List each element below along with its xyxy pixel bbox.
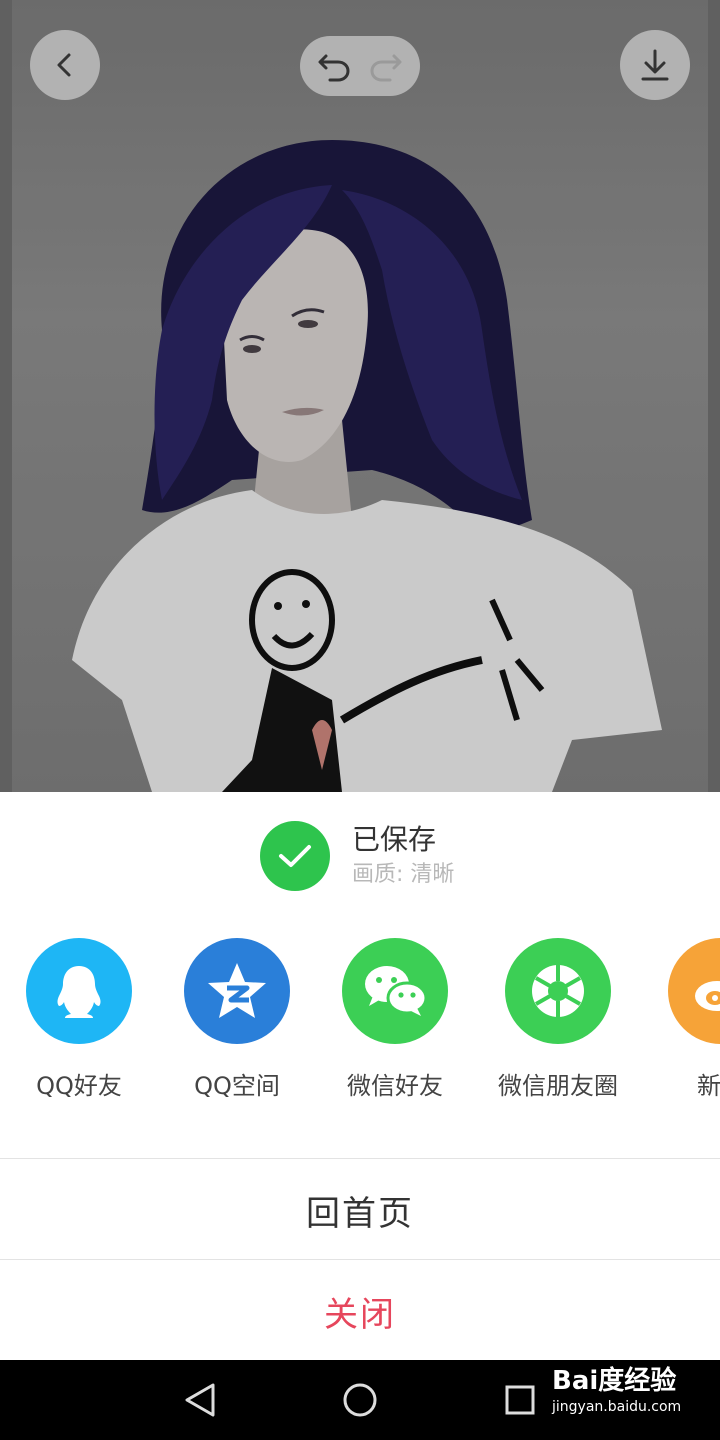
share-targets: QQ好友 QQ空间 微信好友 微信朋友圈 新: [0, 938, 720, 1101]
share-weibo[interactable]: 新浪: [641, 938, 720, 1101]
redo-button[interactable]: [366, 46, 406, 86]
circle-home-icon: [343, 1383, 377, 1417]
redo-icon: [370, 54, 402, 82]
share-label: 微信好友: [347, 1072, 443, 1100]
share-wechat-moments[interactable]: 微信朋友圈: [478, 938, 638, 1101]
dim-overlay: [0, 0, 720, 792]
square-recents-icon: [505, 1385, 535, 1415]
chevron-left-icon: [57, 53, 71, 77]
qq-icon: [26, 938, 132, 1044]
download-button[interactable]: [620, 30, 690, 100]
triangle-back-icon: [185, 1383, 215, 1417]
nav-recents-button[interactable]: [498, 1378, 542, 1422]
watermark-url: jingyan.baidu.com: [552, 1399, 682, 1415]
qzone-icon: [184, 938, 290, 1044]
watermark-logo: Bai度经验: [552, 1366, 677, 1396]
wechat-icon: [342, 938, 448, 1044]
share-qzone[interactable]: QQ空间: [157, 938, 317, 1101]
back-button[interactable]: [30, 30, 100, 100]
undo-button[interactable]: [314, 46, 354, 86]
share-label: QQ空间: [194, 1072, 280, 1100]
share-label: 微信朋友圈: [498, 1072, 618, 1100]
saved-status: 已保存 画质: 清晰: [260, 820, 454, 892]
screen: 已保存 画质: 清晰 QQ好友 QQ空间 微信好友 微信朋友圈 新 回首页 关闭…: [0, 0, 720, 1440]
weibo-icon: [668, 938, 720, 1044]
divider: [0, 1259, 720, 1260]
share-qq-friends[interactable]: QQ好友: [0, 938, 159, 1101]
baidu-jingyan-watermark: Bai度经验 jingyan.baidu.com: [552, 1366, 712, 1434]
undo-icon: [318, 54, 350, 82]
nav-home-button[interactable]: [338, 1378, 382, 1422]
share-label: QQ好友: [36, 1072, 122, 1100]
wechat-moments-icon: [505, 938, 611, 1044]
download-icon: [641, 49, 669, 81]
share-sheet: 已保存 画质: 清晰 QQ好友 QQ空间 微信好友 微信朋友圈 新 回首页 关闭: [0, 792, 720, 1360]
photo-editor-area: [0, 0, 720, 792]
divider: [0, 1158, 720, 1159]
saved-title: 已保存: [352, 823, 437, 856]
undo-redo-pill: [300, 36, 420, 96]
share-wechat-friends[interactable]: 微信好友: [315, 938, 475, 1101]
quality-label: 画质: 清晰: [352, 862, 455, 887]
home-button[interactable]: 回首页: [0, 1160, 720, 1260]
close-button[interactable]: 关闭: [0, 1261, 720, 1361]
check-circle-icon: [260, 821, 330, 891]
nav-back-button[interactable]: [178, 1378, 222, 1422]
share-label: 新浪: [697, 1072, 720, 1100]
